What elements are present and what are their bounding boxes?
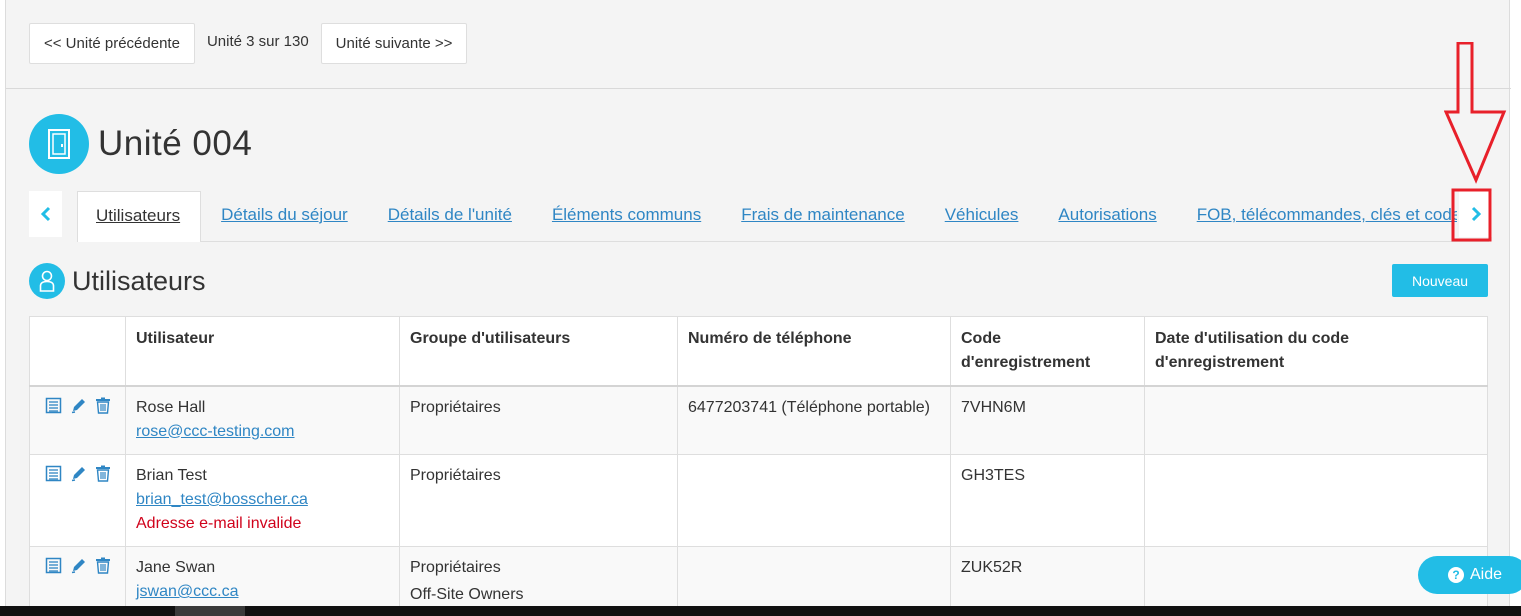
user-cell: Jane Swan jswan@ccc.ca <box>125 546 400 609</box>
table-row: Brian Test brian_test@bosscher.ca Adresse … <box>29 454 1488 547</box>
header-divider <box>6 88 1511 89</box>
edit-pencil-icon[interactable] <box>70 397 87 422</box>
column-header-group[interactable]: Groupe d'utilisateurs <box>399 316 678 387</box>
code-date-cell <box>1144 385 1488 455</box>
details-icon[interactable] <box>45 557 62 582</box>
user-email-link[interactable]: brian_test@bosscher.ca <box>136 488 389 512</box>
tab-elements-communs[interactable]: Éléments communs <box>532 191 721 242</box>
unit-header: Unité 004 <box>29 114 252 174</box>
column-header-code-date[interactable]: Date d'utilisation du code d'enregistrem… <box>1144 316 1488 387</box>
code-date-cell <box>1144 454 1488 547</box>
unit-position-text: Unité 3 sur 130 <box>206 33 309 50</box>
invalid-email-warning: Adresse e-mail invalide <box>136 515 302 532</box>
page-title: Unité 004 <box>98 124 253 163</box>
user-cell: Brian Test brian_test@bosscher.ca Adresse … <box>125 454 400 547</box>
phone-cell <box>677 454 951 547</box>
door-icon <box>29 114 89 174</box>
annotation-arrow <box>1444 42 1507 242</box>
column-header-code[interactable]: Code d'enregistrement <box>950 316 1145 387</box>
previous-unit-button[interactable]: << Unité précédente <box>29 23 195 64</box>
user-cell: Rose Hall rose@ccc-testing.com <box>125 385 400 455</box>
tabs-viewport: Utilisateurs Détails du séjour Détails d… <box>77 191 1457 242</box>
help-label: Aide <box>1470 566 1503 583</box>
row-actions-cell <box>29 454 126 547</box>
column-header-user[interactable]: Utilisateur <box>125 316 400 387</box>
users-section-header: Utilisateurs <box>29 263 206 299</box>
page-container: << Unité précédente Unité 3 sur 130 Unit… <box>5 0 1511 609</box>
table-row: Jane Swan jswan@ccc.ca Propriétaires Off-Si… <box>29 546 1488 609</box>
user-group: Propriétaires <box>410 467 501 484</box>
tab-frais-maintenance[interactable]: Frais de maintenance <box>721 191 924 242</box>
edit-pencil-icon[interactable] <box>70 465 87 490</box>
row-actions-cell <box>29 385 126 455</box>
scrollbar-thumb[interactable] <box>175 606 245 616</box>
phone-cell: 6477203741 (Téléphone portable) <box>677 385 951 455</box>
details-icon[interactable] <box>45 397 62 422</box>
user-email-link[interactable]: rose@ccc-testing.com <box>136 420 389 444</box>
user-name: Brian Test <box>136 467 207 484</box>
tab-utilisateurs[interactable]: Utilisateurs <box>77 191 202 242</box>
user-group-secondary: Off-Site Owners <box>410 586 524 603</box>
registration-code-cell: ZUK52R <box>950 546 1145 609</box>
tab-scroll-left-button[interactable] <box>29 191 62 237</box>
unit-pager: << Unité précédente Unité 3 sur 130 Unit… <box>29 23 468 64</box>
table-row: Rose Hall rose@ccc-testing.com Propriétair… <box>29 385 1488 455</box>
delete-trash-icon[interactable] <box>95 465 111 490</box>
user-name: Rose Hall <box>136 398 206 416</box>
tab-vehicules[interactable]: Véhicules <box>925 191 1039 242</box>
delete-trash-icon[interactable] <box>95 397 111 422</box>
tab-details-unite[interactable]: Détails de l'unité <box>368 191 532 242</box>
tabs: Utilisateurs Détails du séjour Détails d… <box>77 191 1457 242</box>
tab-autorisations[interactable]: Autorisations <box>1038 191 1176 242</box>
users-table: Utilisateur Groupe d'utilisateurs Numéro… <box>29 316 1488 609</box>
user-email-link[interactable]: jswan@ccc.ca <box>136 580 389 604</box>
table-header-row: Utilisateur Groupe d'utilisateurs Numéro… <box>29 316 1488 387</box>
group-cell: Propriétaires <box>399 454 678 547</box>
tab-bar: Utilisateurs Détails du séjour Détails d… <box>29 191 1492 242</box>
question-icon: ? <box>1448 567 1464 583</box>
details-icon[interactable] <box>45 465 62 490</box>
section-title: Utilisateurs <box>72 265 206 296</box>
tab-fob-telecommandes[interactable]: FOB, télécommandes, clés et codes <box>1177 191 1457 242</box>
tab-details-sejour[interactable]: Détails du séjour <box>201 191 368 242</box>
user-icon <box>29 263 65 299</box>
group-cell: Propriétaires Off-Site Owners <box>399 546 678 609</box>
column-header-actions <box>29 316 126 387</box>
row-actions-cell <box>29 546 126 609</box>
help-button[interactable]: ? Aide <box>1418 556 1521 594</box>
column-header-phone[interactable]: Numéro de téléphone <box>677 316 951 387</box>
chevron-left-icon <box>40 206 50 222</box>
registration-code-cell: 7VHN6M <box>950 385 1145 455</box>
user-group: Propriétaires <box>410 559 501 576</box>
new-user-button[interactable]: Nouveau <box>1392 264 1488 297</box>
user-name: Jane Swan <box>136 559 216 576</box>
edit-pencil-icon[interactable] <box>70 557 87 582</box>
horizontal-scrollbar[interactable] <box>0 606 1521 616</box>
phone-cell <box>677 546 951 609</box>
group-cell: Propriétaires <box>399 385 678 455</box>
next-unit-button[interactable]: Unité suivante >> <box>320 23 468 64</box>
user-group: Propriétaires <box>410 398 501 416</box>
delete-trash-icon[interactable] <box>95 557 111 582</box>
registration-code-cell: GH3TES <box>950 454 1145 547</box>
